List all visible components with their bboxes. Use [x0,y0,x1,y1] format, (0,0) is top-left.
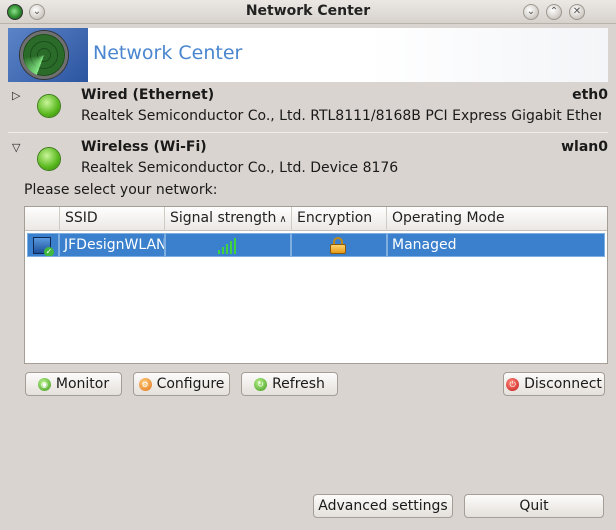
signal-bar [222,247,224,254]
table-row[interactable]: JFDesignWLAN Managed [27,233,605,257]
mode-cell: Managed [387,233,605,257]
disconnect-icon: ⏻ [506,377,520,391]
signal-bar [226,244,228,254]
column-header-ssid[interactable]: SSID [59,207,164,231]
header-banner: Network Center [8,28,608,82]
monitor-button[interactable]: ◉ Monitor [25,372,122,396]
sort-ascending-icon: ∧ [279,214,287,225]
refresh-label: Refresh [272,376,325,392]
wired-network-icon [38,95,60,117]
banner-title: Network Center [93,42,243,64]
device-row-wireless[interactable]: ▽ Wireless (Wi-Fi) wlan0 Realtek Semicon… [8,138,608,182]
monitor-label: Monitor [55,376,110,392]
column-header-label: SSID [65,210,98,226]
monitor-icon: ◉ [37,377,51,391]
close-icon[interactable]: ✕ [569,4,585,20]
radar-icon [20,31,68,79]
table-header: SSID Signal strength ∧ Encryption Operati… [25,207,607,231]
column-header-icon[interactable] [25,207,59,231]
device-description: Realtek Semiconductor Co., Ltd. Device 8… [81,160,399,176]
signal-bar [218,250,220,254]
signal-bar [230,241,232,254]
ssid-cell: JFDesignWLAN [59,233,165,257]
quit-button[interactable]: Quit [464,494,604,518]
banner-icon-background [8,28,88,82]
configure-label: Configure [156,376,225,392]
refresh-button[interactable]: ↻ Refresh [241,372,338,396]
refresh-icon: ↻ [254,377,268,391]
disconnect-label: Disconnect [524,376,602,392]
device-description: Realtek Semiconductor Co., Ltd. RTL8111/… [81,108,601,124]
signal-bar [234,238,236,254]
wifi-network-icon [38,148,60,170]
collapse-arrow-icon[interactable]: ▽ [12,141,20,154]
connected-network-icon [33,237,54,256]
device-interface: eth0 [572,87,608,103]
column-header-label: Operating Mode [392,210,505,226]
configure-icon: ⚙ [138,377,152,391]
device-name: Wired (Ethernet) [81,87,215,103]
column-header-encryption[interactable]: Encryption [291,207,386,231]
maximize-icon[interactable]: ⌃ [546,4,562,20]
device-interface: wlan0 [561,139,608,155]
encryption-cell [291,233,387,257]
network-table[interactable]: SSID Signal strength ∧ Encryption Operati… [24,206,608,364]
device-row-wired[interactable]: ▷ Wired (Ethernet) eth0 Realtek Semicond… [8,86,608,130]
title-bar: ⌄ Network Center ⌄ ⌃ ✕ [0,0,616,24]
network-icon-cell [27,233,59,257]
lock-icon [329,237,347,254]
minimize-icon[interactable]: ⌄ [523,4,539,20]
disconnect-button[interactable]: ⏻ Disconnect [503,372,605,396]
signal-strength-icon [218,238,240,254]
device-name: Wireless (Wi-Fi) [81,139,207,155]
select-network-label: Please select your network: [24,182,218,198]
configure-button[interactable]: ⚙ Configure [133,372,230,396]
column-header-mode[interactable]: Operating Mode [386,207,607,231]
signal-cell [165,233,291,257]
column-header-label: Encryption [297,210,373,226]
divider [8,132,608,133]
column-header-signal[interactable]: Signal strength ∧ [164,207,291,231]
column-header-label: Signal strength [170,210,277,226]
expand-arrow-icon[interactable]: ▷ [12,89,20,102]
advanced-settings-button[interactable]: Advanced settings [313,494,453,518]
